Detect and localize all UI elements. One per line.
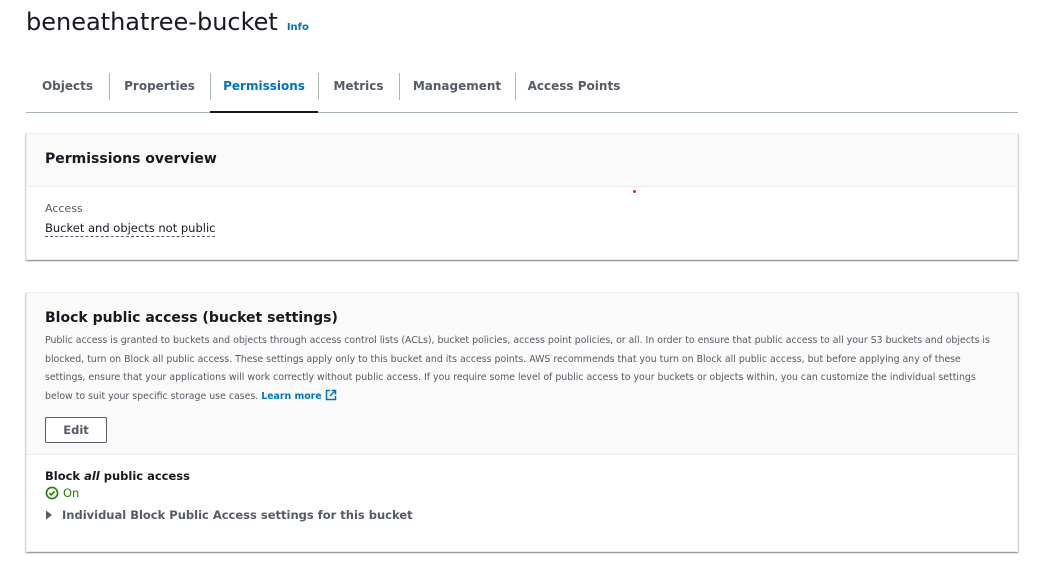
tab-permissions[interactable]: Permissions xyxy=(210,60,318,113)
learn-more-link[interactable]: Learn more xyxy=(261,389,336,402)
description-text: Public access is granted to buckets and … xyxy=(45,335,990,402)
bucket-title: beneathatree-bucket xyxy=(26,8,278,36)
info-link[interactable]: Info xyxy=(287,22,309,33)
learn-more-label: Learn more xyxy=(261,390,322,402)
external-link-icon xyxy=(325,389,337,409)
bucket-tabs: Objects Properties Permissions Metrics M… xyxy=(26,60,1018,113)
edit-button[interactable]: Edit xyxy=(45,417,107,443)
block-public-access-body: Block all public access On Individual Bl… xyxy=(27,455,1017,522)
access-label: Access xyxy=(45,202,83,215)
block-all-emphasis: all xyxy=(84,469,100,483)
permissions-overview-panel: Permissions overview Access Bucket and o… xyxy=(26,133,1018,260)
block-public-access-title: Block public access (bucket settings) xyxy=(45,310,338,326)
block-public-access-panel: Block public access (bucket settings) Pu… xyxy=(26,292,1018,552)
block-all-status: On xyxy=(45,486,999,500)
caret-right-icon xyxy=(45,510,57,520)
s3-bucket-page: beneathatree-bucket Info Objects Propert… xyxy=(0,0,1045,566)
block-all-suffix: public access xyxy=(99,469,190,483)
tab-properties[interactable]: Properties xyxy=(109,60,210,112)
block-all-public-access-label: Block all public access xyxy=(45,469,999,483)
access-value[interactable]: Bucket and objects not public xyxy=(45,221,216,237)
block-all-prefix: Block xyxy=(45,469,85,483)
status-positive-icon xyxy=(45,486,59,500)
permissions-overview-title: Permissions overview xyxy=(45,151,217,167)
permissions-overview-header: Permissions overview xyxy=(27,134,1017,187)
marker-dot xyxy=(633,190,636,193)
tab-management[interactable]: Management xyxy=(399,60,515,112)
page-header: beneathatree-bucket Info xyxy=(26,8,309,36)
block-public-access-description: Public access is granted to buckets and … xyxy=(45,332,990,408)
tab-objects[interactable]: Objects xyxy=(26,60,109,112)
expander-label: Individual Block Public Access settings … xyxy=(62,508,413,522)
tab-metrics[interactable]: Metrics xyxy=(318,60,399,112)
status-text: On xyxy=(63,486,80,500)
individual-settings-expander[interactable]: Individual Block Public Access settings … xyxy=(45,508,999,522)
block-public-access-header: Block public access (bucket settings) Pu… xyxy=(27,293,1017,455)
permissions-overview-body: Access Bucket and objects not public xyxy=(27,187,1017,237)
tab-access-points[interactable]: Access Points xyxy=(515,60,633,112)
